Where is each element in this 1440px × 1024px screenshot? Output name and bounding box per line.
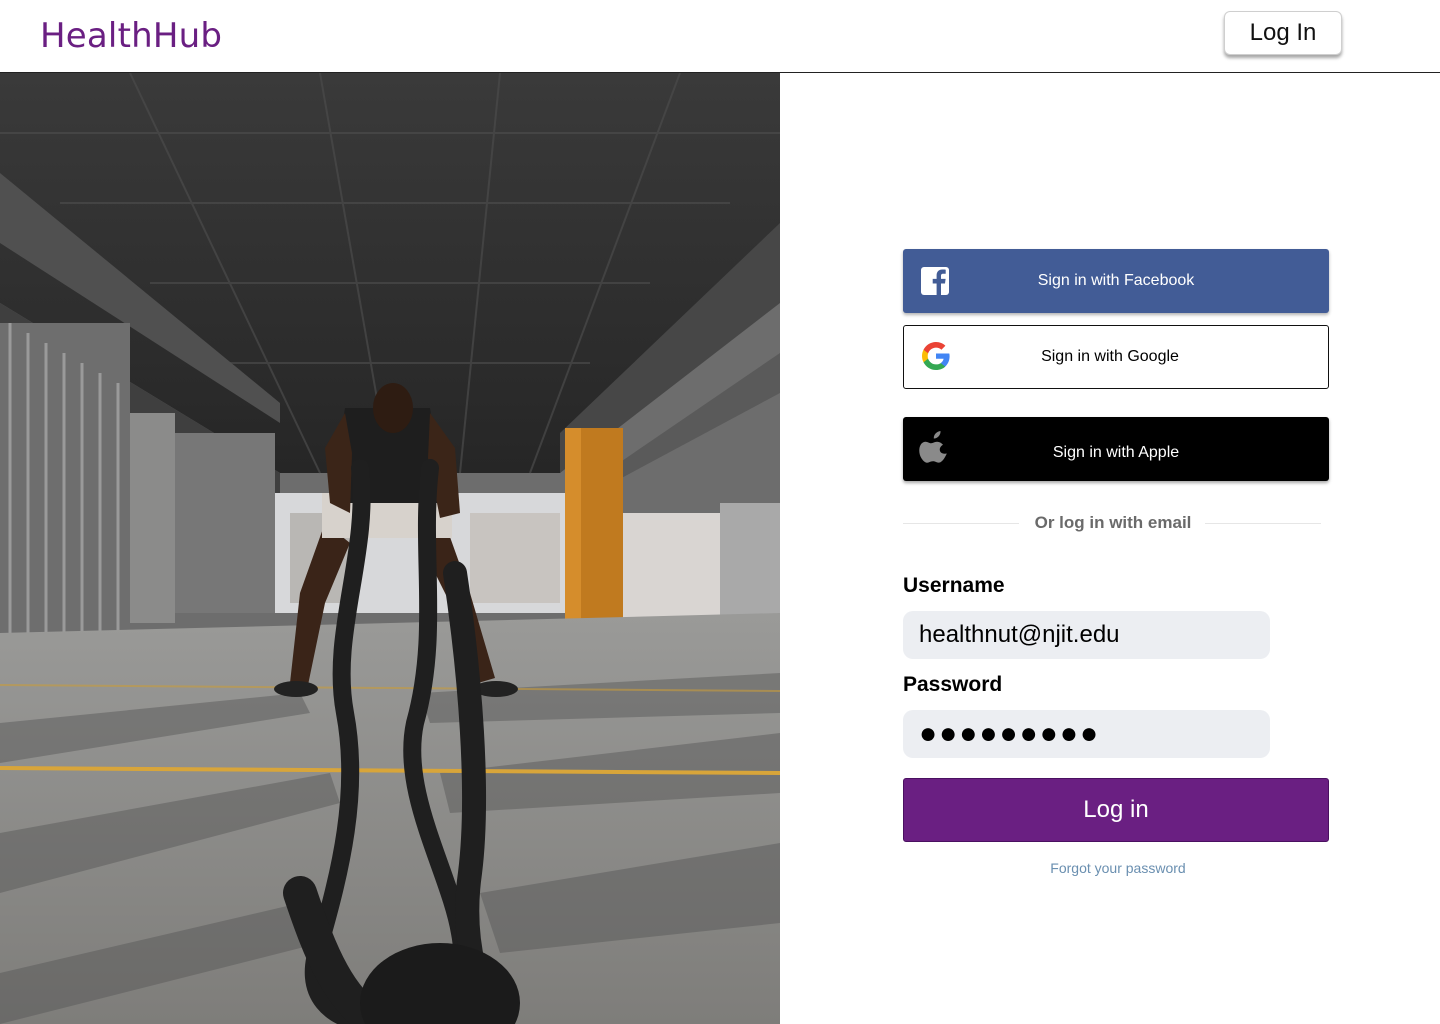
header-login-button[interactable]: Log In [1224, 11, 1342, 55]
google-signin-label: Sign in with Google [1041, 348, 1179, 365]
password-input[interactable] [903, 710, 1270, 758]
facebook-signin-label: Sign in with Facebook [1037, 272, 1195, 289]
email-divider: Or log in with email [903, 513, 1329, 533]
apple-signin-label: Sign in with Apple [1052, 444, 1180, 461]
username-label: Username [903, 574, 1005, 597]
apple-signin-button[interactable]: Sign in with Apple [903, 417, 1329, 481]
google-signin-button[interactable]: Sign in with Google [903, 325, 1329, 389]
password-label: Password [903, 673, 1003, 696]
logo[interactable]: HealthHub [40, 16, 222, 56]
divider-line-right [1205, 523, 1321, 524]
top-header: HealthHub Log In [0, 0, 1440, 73]
facebook-signin-button[interactable]: Sign in with Facebook [903, 249, 1329, 313]
username-input[interactable] [903, 611, 1270, 659]
hero-photo [0, 73, 780, 1024]
hero-photo-illustration [0, 73, 780, 1024]
forgot-password-link[interactable]: Forgot your password [903, 860, 1333, 876]
login-submit-button[interactable]: Log in [903, 778, 1329, 842]
